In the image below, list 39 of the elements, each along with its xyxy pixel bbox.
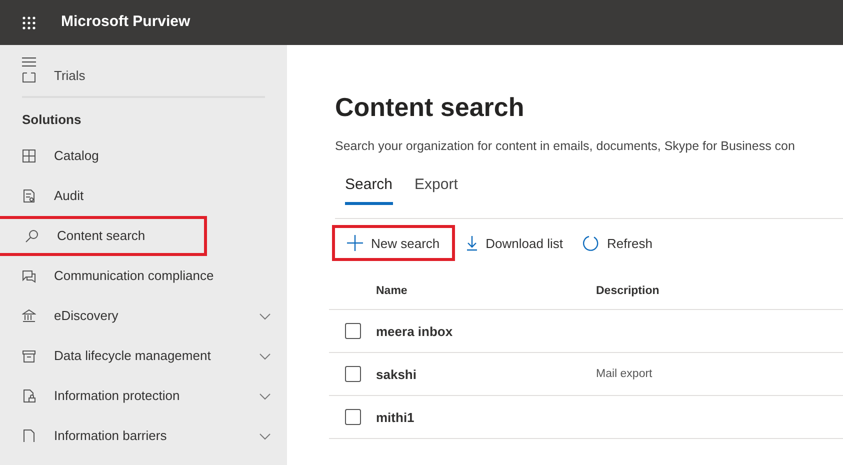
menu-icon[interactable] [22,57,36,67]
refresh-button[interactable]: Refresh [580,225,656,262]
table-cell-text: sakshi [376,366,418,384]
chat-icon [22,269,36,283]
doc-icon [22,429,36,443]
download-button[interactable]: Download list [462,225,566,262]
sidebar-item[interactable]: Data lifecycle management [0,336,287,376]
plus-icon [347,235,363,252]
row-checkbox[interactable] [345,366,361,382]
sidebar-item[interactable]: Information barriers [0,416,287,456]
table-cell-text: mithi1 [376,408,416,426]
download-icon [466,235,478,252]
sidebar-item[interactable]: Catalog [0,136,287,176]
app-launcher-icon[interactable] [21,14,37,30]
sidebar-item[interactable]: Audit [0,176,287,216]
sidebar-item[interactable]: Communication compliance [0,256,287,296]
tab[interactable]: Export [414,174,458,206]
refresh-icon [582,235,599,252]
sidebar-item[interactable]: Trials [54,66,86,86]
sidebar-item[interactable]: Information protection [0,376,287,416]
tab[interactable]: Search [345,174,393,206]
lockdoc-icon [22,389,36,403]
section-title: Solutions [22,111,82,129]
table-cell-text: Mail export [596,366,652,382]
table-cell-text: meera inbox [376,322,454,340]
row-checkbox[interactable] [345,323,361,340]
page-description: Search your organization for content in emails, documents, Skype for Business con [335,138,796,155]
column-header[interactable]: Description [596,282,660,300]
add-button[interactable]: New search [332,225,455,262]
catalog-icon [22,149,36,163]
app-title: Microsoft Purview [61,12,190,32]
page-title: Content search [335,91,526,124]
sidebar-item[interactable]: eDiscovery [0,296,287,336]
audit-icon [22,189,36,203]
bank-icon [22,309,36,323]
row-checkbox[interactable] [345,409,361,426]
search-icon [25,229,39,243]
column-header[interactable]: Name [376,282,596,300]
archive-icon [22,349,36,363]
